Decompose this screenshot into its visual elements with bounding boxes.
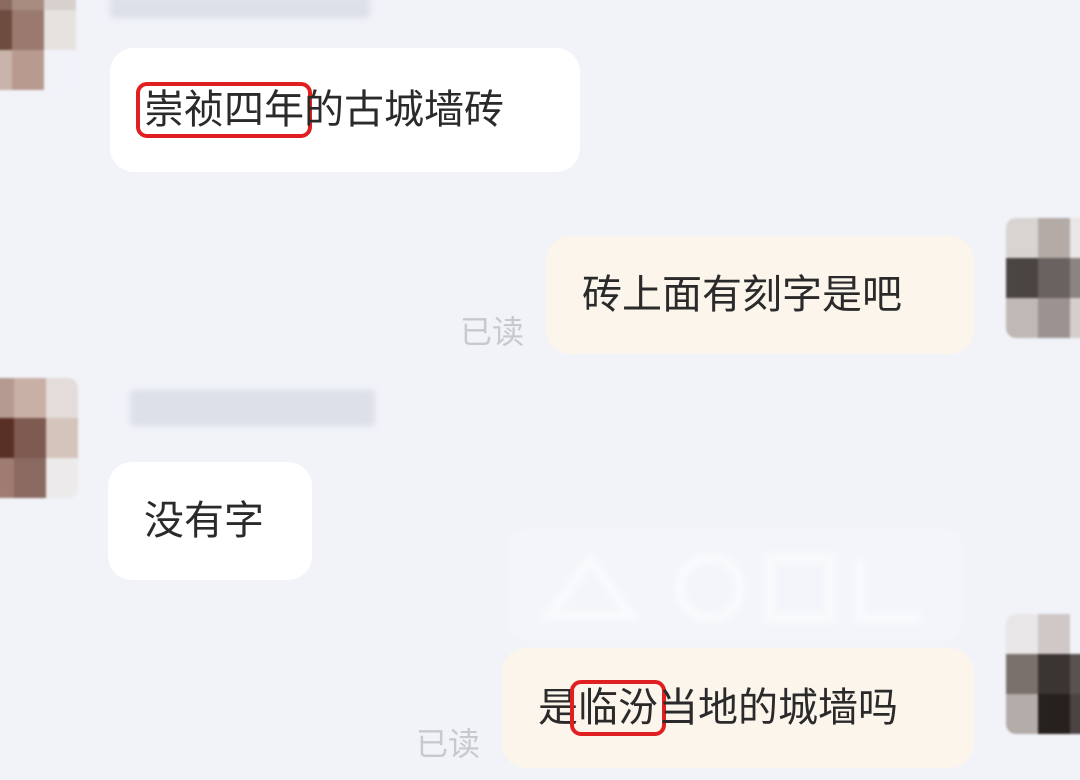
message-bubble-received[interactable]: 崇祯四年 的古城墙砖 (110, 48, 580, 172)
read-receipt: 已读 (416, 725, 481, 763)
message-text: 没有字 (144, 498, 264, 544)
chat-thread: 崇祯四年 的古城墙砖 已读 砖上面有刻字是吧 没有字 已读 是 临汾 当地的城墙… (0, 0, 1080, 780)
contact-name-blurred (130, 390, 375, 426)
highlighted-text: 临汾 (570, 680, 666, 736)
message-text: 是 (538, 685, 578, 731)
highlighted-text: 崇祯四年 (136, 82, 312, 138)
self-avatar[interactable] (1006, 614, 1080, 734)
message-bubble-received[interactable]: 没有字 (108, 462, 312, 580)
contact-avatar[interactable] (0, 0, 76, 90)
message-text: 砖上面有刻字是吧 (582, 272, 902, 318)
message-bubble-sent[interactable]: 砖上面有刻字是吧 (546, 236, 974, 354)
contact-avatar[interactable] (0, 378, 78, 498)
watermark-logo (510, 530, 960, 640)
self-avatar[interactable] (1006, 218, 1080, 338)
contact-name-blurred (110, 0, 370, 18)
message-text: 当地的城墙吗 (658, 685, 898, 731)
message-bubble-sent[interactable]: 是临汾 当地的城墙吗 (502, 648, 974, 768)
read-receipt: 已读 (460, 313, 525, 351)
message-text: 的古城墙砖 (304, 87, 504, 133)
